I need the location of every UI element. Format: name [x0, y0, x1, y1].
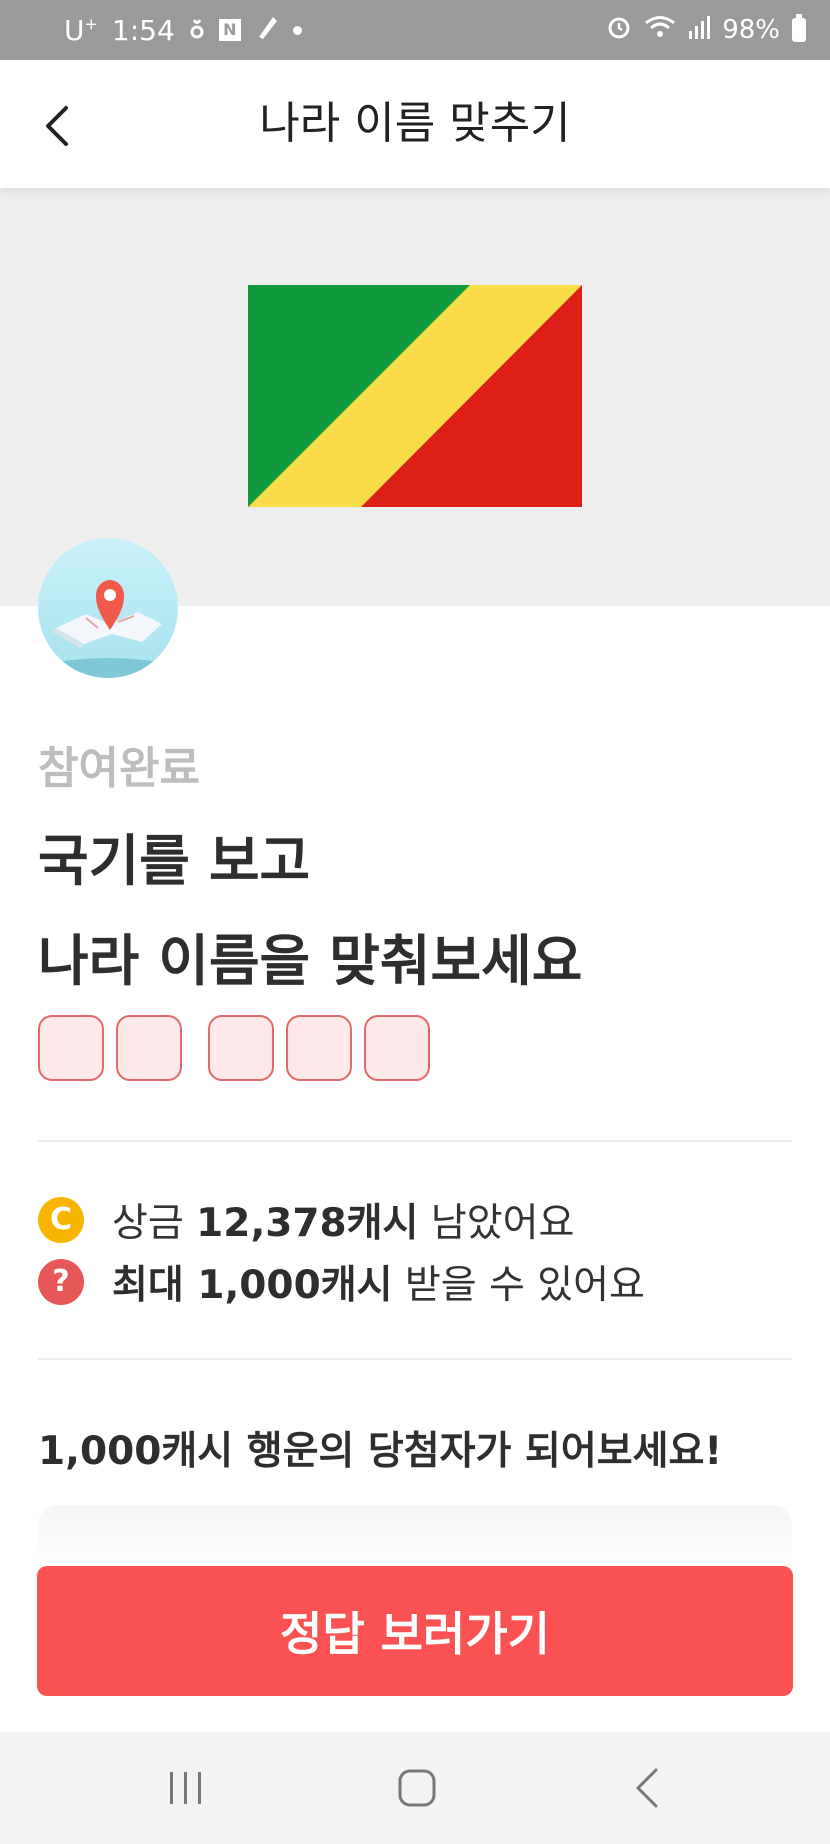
- back-icon: [636, 1768, 658, 1808]
- clock: 1:54: [111, 13, 175, 47]
- carrier-label: U+: [64, 13, 98, 47]
- pen-icon: [255, 13, 279, 48]
- country-flag: [248, 285, 582, 507]
- signal-icon: [688, 15, 711, 46]
- prize-prefix: 상금: [112, 1201, 197, 1246]
- question-icon: ?: [38, 1259, 84, 1305]
- home-button[interactable]: [377, 1758, 457, 1818]
- see-answer-button[interactable]: 정답 보러가기: [37, 1566, 793, 1696]
- quiz-title-line-2: 나라 이름을 맞춰보세요: [38, 929, 583, 993]
- answer-box[interactable]: [38, 1015, 104, 1081]
- winners-card: [38, 1505, 792, 1565]
- thread-icon: [189, 14, 205, 47]
- max-reward-amount: 1,000캐시: [197, 1263, 393, 1308]
- dot-icon: [292, 25, 302, 35]
- naver-icon: N: [218, 19, 241, 41]
- app-header: 나라 이름 맞추기: [0, 60, 830, 188]
- answer-box[interactable]: [208, 1015, 274, 1081]
- max-reward-row: ? 최대 1,000캐시 받을 수 있어요: [38, 1258, 645, 1308]
- home-icon: [398, 1769, 436, 1807]
- prize-remaining-row: C 상금 12,378캐시 남았어요: [38, 1196, 574, 1246]
- max-reward-prefix: 최대: [112, 1263, 198, 1308]
- prize-amount: 12,378캐시: [196, 1201, 419, 1246]
- battery-icon: [792, 14, 806, 42]
- prize-suffix: 남았어요: [418, 1201, 575, 1246]
- coin-icon: C: [38, 1197, 84, 1243]
- answer-box[interactable]: [116, 1015, 182, 1081]
- lucky-winner-text: 1,000캐시 행운의 당첨자가 되어보세요!: [38, 1429, 723, 1474]
- alarm-icon: [606, 14, 632, 47]
- answer-box[interactable]: [286, 1015, 352, 1081]
- participation-status: 참여완료: [38, 743, 200, 794]
- system-back-button[interactable]: [608, 1758, 688, 1818]
- page-title: 나라 이름 맞추기: [259, 98, 571, 149]
- divider: [38, 1358, 792, 1360]
- quiz-title-line-1: 국기를 보고: [38, 829, 311, 893]
- divider: [38, 1140, 792, 1142]
- recent-apps-button[interactable]: [146, 1758, 226, 1818]
- status-bar: U+ 1:54 N 98%: [0, 0, 830, 60]
- recent-apps-icon: [170, 1772, 201, 1804]
- answer-box[interactable]: [364, 1015, 430, 1081]
- system-nav-bar: [0, 1732, 830, 1844]
- battery-level: 98%: [722, 15, 780, 45]
- wifi-icon: [644, 14, 676, 47]
- max-reward-suffix: 받을 수 있어요: [392, 1263, 645, 1308]
- map-pin-icon: [38, 538, 178, 678]
